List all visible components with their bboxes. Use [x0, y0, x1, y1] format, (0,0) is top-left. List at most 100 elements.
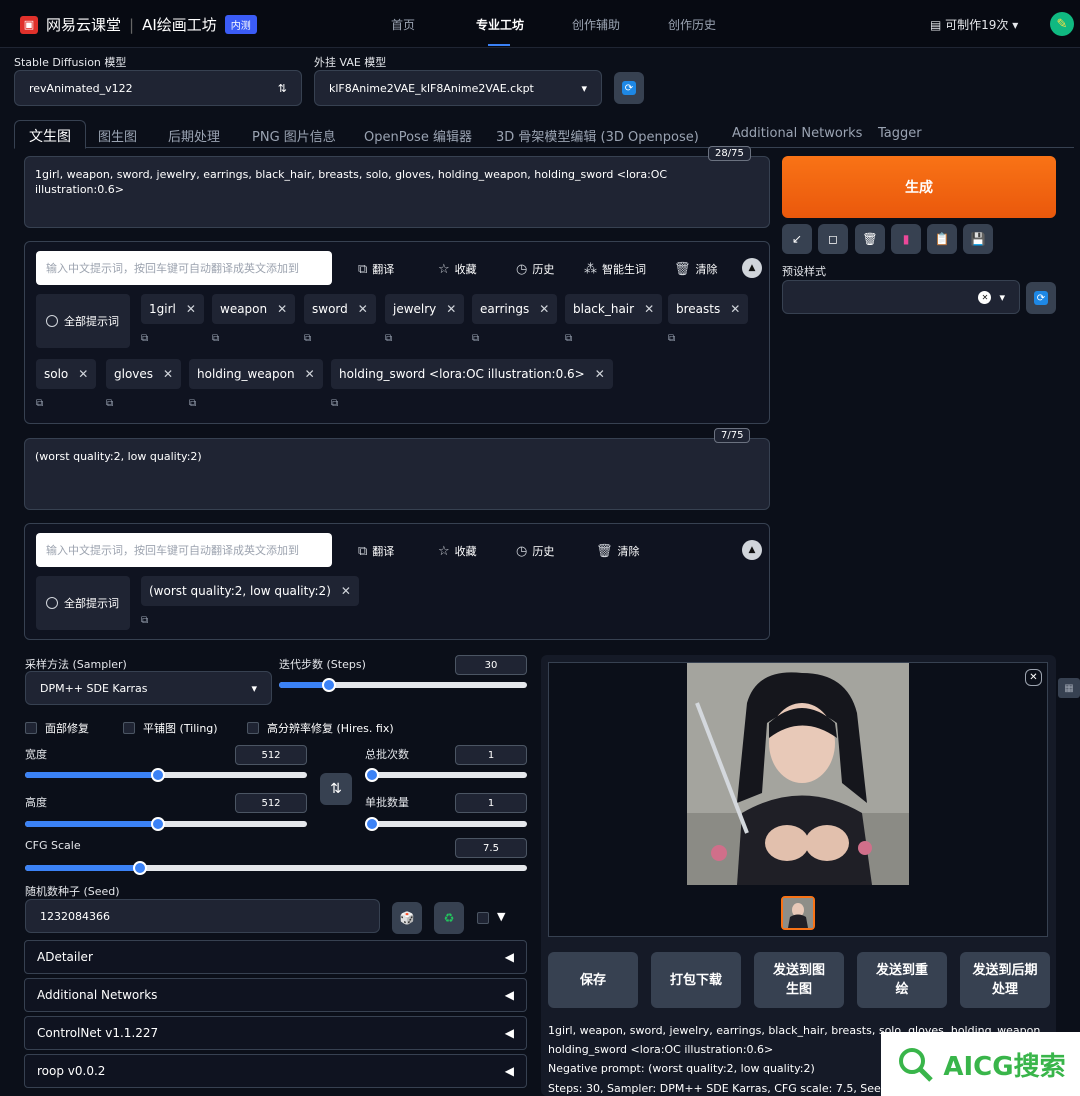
sampler-select[interactable]: DPM++ SDE Karras ▾	[25, 671, 272, 705]
close-icon[interactable]: ✕	[277, 302, 287, 316]
cfg-input[interactable]: 7.5	[455, 838, 527, 858]
vae-model-select[interactable]: klF8Anime2VAE_klF8Anime2VAE.ckpt ▾	[314, 70, 602, 106]
slider-handle[interactable]	[151, 817, 165, 831]
close-gallery-button[interactable]: ✕	[1025, 669, 1042, 686]
save-style-button[interactable]: 💾	[963, 224, 993, 254]
read-params-button[interactable]: ↙	[782, 224, 812, 254]
close-icon[interactable]: ✕	[595, 367, 605, 381]
slider-handle[interactable]	[133, 861, 147, 875]
prompt-favorite-button[interactable]: ☆ 收藏	[438, 261, 477, 277]
copy-tag-icon[interactable]: ⧉	[189, 398, 196, 409]
slider-handle[interactable]	[151, 768, 165, 782]
clear-circle-icon[interactable]: ✕	[978, 290, 992, 304]
brand[interactable]: ▣ 网易云课堂 | AI绘画工坊 内测	[20, 14, 257, 35]
copy-tag-icon[interactable]: ⧉	[141, 615, 148, 626]
tab-3d-openpose[interactable]: 3D 骨架模型编辑 (3D Openpose)	[496, 126, 699, 145]
height-slider[interactable]	[25, 817, 307, 831]
nav-home[interactable]: 首页	[391, 16, 415, 33]
swap-dimensions-button[interactable]: ⇅	[320, 773, 352, 805]
prompt-tag[interactable]: gloves ✕	[106, 359, 182, 389]
prompt-smart-words-button[interactable]: ⁂ 智能生词	[584, 261, 646, 277]
copy-tag-icon[interactable]: ⧉	[385, 333, 392, 344]
prompt-tag[interactable]: earrings ✕	[472, 294, 558, 324]
close-icon[interactable]: ✕	[186, 302, 196, 316]
save-button[interactable]: 保存	[548, 952, 638, 1008]
cfg-slider[interactable]	[25, 861, 527, 875]
tab-tagger[interactable]: Tagger	[878, 126, 922, 141]
copy-tag-icon[interactable]: ⧉	[304, 333, 311, 344]
prompt-tag[interactable]: holding_sword <lora:OC illustration:0.6>…	[331, 359, 613, 389]
tiling-checkbox[interactable]: 平铺图 (Tiling)	[123, 720, 218, 736]
tab-png-info[interactable]: PNG 图片信息	[252, 126, 336, 145]
prompt-translate-button[interactable]: ⧉ 翻译	[358, 261, 394, 277]
accordion-controlnet[interactable]: ControlNet v1.1.227 ◀	[24, 1016, 527, 1050]
prompt-tag[interactable]: 1girl ✕	[141, 294, 204, 324]
negative-clear-button[interactable]: 🗑 清除	[596, 543, 640, 559]
accordion-adetailer[interactable]: ADetailer ◀	[24, 940, 527, 974]
tab-additional-networks[interactable]: Additional Networks	[732, 126, 862, 141]
batch-count-slider[interactable]	[365, 768, 527, 782]
prompt-tag[interactable]: weapon ✕	[212, 294, 296, 324]
negative-tag[interactable]: (worst quality:2, low quality:2) ✕	[141, 576, 359, 606]
preset-style-select[interactable]: ✕ ▾	[782, 280, 1020, 314]
prompt-history-button[interactable]: ◷ 历史	[516, 261, 554, 277]
prompt-tag[interactable]: solo ✕	[36, 359, 97, 389]
close-icon[interactable]: ✕	[78, 367, 88, 381]
copy-tag-icon[interactable]: ⧉	[212, 333, 219, 344]
slider-handle[interactable]	[365, 768, 379, 782]
height-input[interactable]: 512	[235, 793, 307, 813]
prompt-collapse-button[interactable]: ▲	[742, 258, 762, 278]
copy-tag-icon[interactable]: ⧉	[331, 398, 338, 409]
zip-download-button[interactable]: 打包下载	[651, 952, 741, 1008]
prompt-tag[interactable]: holding_weapon ✕	[189, 359, 323, 389]
nav-creation-assist[interactable]: 创作辅助	[572, 16, 620, 33]
side-panel-toggle[interactable]: ▦	[1058, 678, 1080, 698]
close-icon[interactable]: ✕	[305, 367, 315, 381]
credits-dropdown[interactable]: ▤ 可制作19次 ▾	[930, 16, 1018, 33]
negative-history-button[interactable]: ◷ 历史	[516, 543, 554, 559]
close-icon[interactable]: ✕	[539, 302, 549, 316]
copy-tag-icon[interactable]: ⧉	[106, 398, 113, 409]
clear-prompt-button[interactable]: 🗑	[855, 224, 885, 254]
prompt-tag[interactable]: sword ✕	[304, 294, 376, 324]
sd-model-select[interactable]: revAnimated_v122 ⇅	[14, 70, 302, 106]
gallery-thumbnail[interactable]	[781, 896, 815, 930]
steps-slider[interactable]	[279, 678, 527, 692]
paste-button[interactable]: ◻	[818, 224, 848, 254]
avatar[interactable]: ✎	[1050, 12, 1074, 36]
tab-img2img[interactable]: 图生图	[98, 126, 137, 145]
negative-prompt-textarea[interactable]: (worst quality:2, low quality:2)	[24, 438, 770, 510]
copy-tag-icon[interactable]: ⧉	[36, 398, 43, 409]
batch-size-slider[interactable]	[365, 817, 527, 831]
negative-favorite-button[interactable]: ☆ 收藏	[438, 543, 477, 559]
hires-fix-checkbox[interactable]: 高分辨率修复 (Hires. fix)	[247, 720, 394, 736]
prompt-cn-input[interactable]: 输入中文提示词，按回车键可自动翻译成英文添加到	[36, 251, 332, 285]
random-seed-button[interactable]: 🎲	[392, 902, 422, 934]
prompt-tag[interactable]: jewelry ✕	[385, 294, 465, 324]
copy-tag-icon[interactable]: ⧉	[565, 333, 572, 344]
copy-tag-icon[interactable]: ⧉	[472, 333, 479, 344]
prompt-textarea[interactable]: 1girl, weapon, sword, jewelry, earrings,…	[24, 156, 770, 228]
steps-input[interactable]: 30	[455, 655, 527, 675]
slider-handle[interactable]	[365, 817, 379, 831]
extra-networks-button[interactable]: ▮	[891, 224, 921, 254]
apply-style-button[interactable]: 📋	[927, 224, 957, 254]
close-icon[interactable]: ✕	[341, 584, 351, 598]
prompt-tag[interactable]: black_hair ✕	[565, 294, 663, 324]
negative-collapse-button[interactable]: ▲	[742, 540, 762, 560]
batch-size-input[interactable]: 1	[455, 793, 527, 813]
reuse-seed-button[interactable]: ♻	[434, 902, 464, 934]
prompt-all-tags-radio[interactable]: 全部提示词	[36, 294, 130, 348]
refresh-model-button[interactable]: ⟳	[614, 72, 644, 104]
face-fix-checkbox[interactable]: 面部修复	[25, 720, 89, 736]
negative-translate-button[interactable]: ⧉ 翻译	[358, 543, 394, 559]
send-to-inpaint-button[interactable]: 发送到重绘	[857, 952, 947, 1008]
prompt-clear-button[interactable]: 🗑 清除	[674, 261, 718, 277]
close-icon[interactable]: ✕	[446, 302, 456, 316]
tab-extras[interactable]: 后期处理	[168, 126, 220, 145]
caret-down-icon[interactable]: ▼	[497, 910, 505, 923]
close-icon[interactable]: ✕	[163, 367, 173, 381]
refresh-style-button[interactable]: ⟳	[1026, 282, 1056, 314]
copy-tag-icon[interactable]: ⧉	[141, 333, 148, 344]
close-icon[interactable]: ✕	[358, 302, 368, 316]
